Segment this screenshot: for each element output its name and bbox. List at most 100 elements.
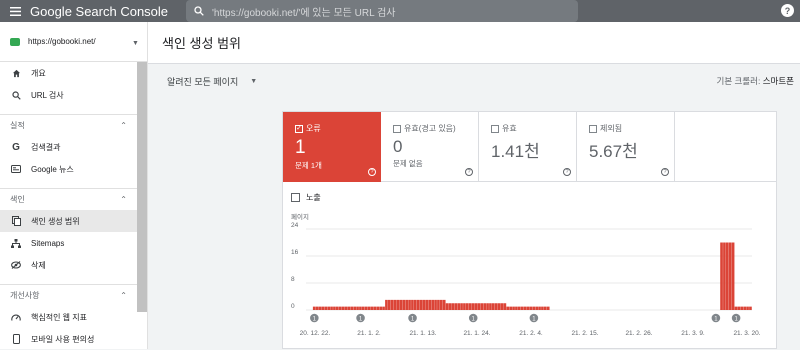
chart-bar[interactable]	[460, 303, 463, 310]
chart-bar[interactable]	[740, 306, 744, 310]
chart-bar[interactable]	[746, 306, 749, 310]
chart-bar[interactable]	[535, 306, 538, 310]
chart-bar[interactable]	[457, 303, 460, 310]
chart-bar[interactable]	[541, 306, 544, 310]
chart-bar[interactable]	[422, 299, 426, 310]
chart-bar[interactable]	[425, 299, 429, 310]
chart-bar[interactable]	[440, 299, 443, 310]
chart-bar[interactable]	[737, 306, 741, 310]
help-icon[interactable]: ?	[661, 168, 669, 176]
chart-bar[interactable]	[749, 306, 752, 310]
section-performance[interactable]: 실적 ⌃	[0, 114, 147, 136]
chart-bar[interactable]	[726, 242, 729, 311]
chart-bar[interactable]	[454, 303, 458, 310]
page-filter-dropdown[interactable]: 알려진 모든 페이지 ▼	[167, 75, 257, 88]
chart-bar[interactable]	[445, 303, 449, 310]
property-selector[interactable]: https://gobooki.net/ ▼	[0, 22, 147, 62]
chart-bar[interactable]	[486, 303, 489, 310]
chart-bar[interactable]	[500, 303, 504, 310]
chart-bar[interactable]	[321, 306, 325, 310]
chart-bar[interactable]	[338, 306, 342, 310]
chart-bar[interactable]	[330, 306, 333, 310]
sidebar-scrollbar[interactable]	[137, 62, 147, 312]
sidebar-item-core-web-vitals[interactable]: 핵심적인 웹 지표	[0, 306, 147, 328]
chart-bar[interactable]	[723, 242, 726, 311]
chart-bar[interactable]	[480, 303, 484, 310]
section-index[interactable]: 색인 ⌃	[0, 188, 147, 210]
section-enhancements[interactable]: 개선사항 ⌃	[0, 284, 147, 306]
chart-bar[interactable]	[463, 303, 466, 310]
tile-error[interactable]: ✓ 오류 1 문제 1개 ?	[283, 112, 381, 182]
checkbox-checked-icon[interactable]: ✓	[295, 124, 303, 133]
chart-bar[interactable]	[327, 306, 330, 310]
chart-bar[interactable]	[503, 303, 507, 310]
chart-bar[interactable]	[388, 299, 391, 310]
chart-bar[interactable]	[492, 303, 495, 310]
chart-bar[interactable]	[414, 299, 417, 310]
tile-excluded[interactable]: 제외됨 5.67천 ?	[577, 112, 675, 182]
chart-bar[interactable]	[518, 306, 521, 310]
chart-bar[interactable]	[466, 303, 469, 310]
chart-bar[interactable]	[379, 306, 382, 310]
help-icon[interactable]: ?	[781, 4, 794, 17]
checkbox-icon[interactable]	[393, 124, 401, 133]
chart-bar[interactable]	[315, 306, 319, 310]
chart-bar[interactable]	[448, 303, 452, 310]
chart-bar[interactable]	[471, 303, 475, 310]
chart-bar[interactable]	[544, 306, 547, 310]
chart-bar[interactable]	[341, 306, 345, 310]
chart-bar[interactable]	[483, 303, 486, 310]
chart-bar[interactable]	[324, 306, 328, 310]
chart-bar[interactable]	[318, 306, 322, 310]
chart-bar[interactable]	[364, 306, 368, 310]
chart-bar[interactable]	[399, 299, 403, 310]
sidebar-item-sitemaps[interactable]: Sitemaps	[0, 232, 147, 254]
chart-bar[interactable]	[512, 306, 515, 310]
chart-bar[interactable]	[393, 299, 397, 310]
chart-bar[interactable]	[526, 306, 530, 310]
app-title[interactable]: Google Search Console	[30, 4, 168, 19]
chart-bar[interactable]	[734, 306, 738, 310]
chart-bar[interactable]	[515, 306, 518, 310]
chart-bar[interactable]	[538, 306, 541, 310]
chart-bar[interactable]	[523, 306, 527, 310]
chart-bar[interactable]	[373, 306, 377, 310]
chart-bar[interactable]	[489, 303, 492, 310]
help-icon[interactable]: ?	[465, 168, 473, 176]
impressions-toggle[interactable]: 노출	[291, 192, 321, 203]
checkbox-icon[interactable]	[491, 124, 499, 133]
chart-bar[interactable]	[312, 306, 316, 310]
chart-bar[interactable]	[743, 306, 746, 310]
chart-bar[interactable]	[428, 299, 432, 310]
sidebar-item-overview[interactable]: 개요	[0, 62, 147, 84]
tile-valid-warning[interactable]: 유효(경고 있음) 0 문제 없음 ?	[381, 112, 479, 182]
help-icon[interactable]: ?	[563, 168, 571, 176]
chart-bar[interactable]	[520, 306, 524, 310]
chart-bar[interactable]	[376, 306, 380, 310]
chart-bar[interactable]	[350, 306, 354, 310]
chart-bar[interactable]	[468, 303, 472, 310]
chart-bar[interactable]	[367, 306, 371, 310]
sidebar-item-removals[interactable]: 삭제	[0, 254, 147, 276]
chart-bar[interactable]	[497, 303, 501, 310]
chart-bar[interactable]	[434, 299, 437, 310]
chart-bar[interactable]	[390, 299, 394, 310]
chart-bar[interactable]	[477, 303, 481, 310]
chart-bar[interactable]	[416, 299, 420, 310]
sidebar-item-coverage[interactable]: 색인 생성 범위	[0, 210, 147, 232]
hamburger-menu-icon[interactable]	[0, 0, 30, 22]
chart-bar[interactable]	[532, 306, 536, 310]
chart-bar[interactable]	[442, 299, 446, 310]
chart-bar[interactable]	[359, 306, 362, 310]
chart-bar[interactable]	[728, 242, 732, 311]
chart-bar[interactable]	[419, 299, 423, 310]
chart-bar[interactable]	[506, 306, 510, 310]
tile-valid[interactable]: 유효 1.41천 ?	[479, 112, 577, 182]
chart-bar[interactable]	[333, 306, 336, 310]
chart-bar[interactable]	[385, 299, 388, 310]
chart-bar[interactable]	[546, 306, 550, 310]
sidebar-item-mobile-usability[interactable]: 모바일 사용 편의성	[0, 328, 147, 350]
url-inspection-search[interactable]: 'https://gobooki.net/'에 있는 모든 URL 검사	[186, 0, 578, 22]
chart-bar[interactable]	[509, 306, 512, 310]
chart-bar[interactable]	[382, 306, 385, 310]
